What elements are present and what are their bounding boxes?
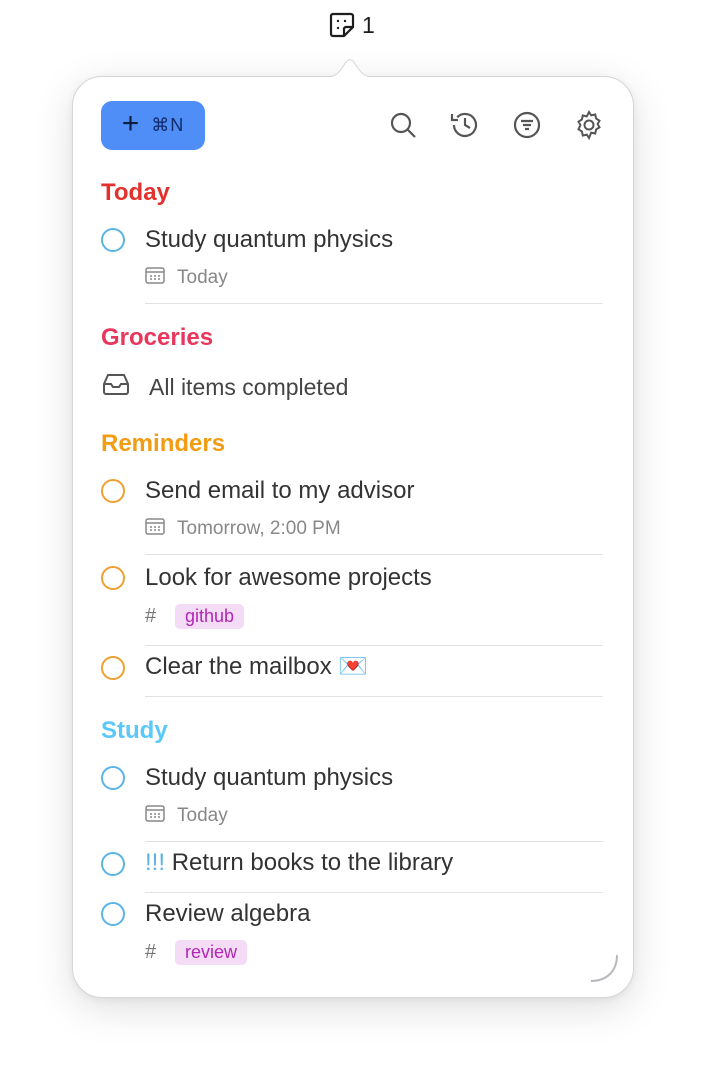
- calendar-icon: [145, 804, 165, 828]
- item-date: Today: [177, 805, 228, 826]
- menubar-count: 1: [362, 11, 375, 38]
- item-title: Return books to the library: [171, 849, 454, 876]
- list-item[interactable]: Look for awesome projects # github: [101, 563, 603, 631]
- empty-state: All items completed: [101, 362, 603, 412]
- resize-handle[interactable]: [589, 953, 619, 983]
- calendar-icon: [145, 517, 165, 541]
- checkbox[interactable]: [101, 228, 125, 252]
- section-title-reminders: Reminders: [101, 430, 226, 457]
- tag-badge[interactable]: review: [175, 939, 248, 965]
- divider: [145, 841, 603, 842]
- divider: [145, 303, 603, 304]
- empty-text: All items completed: [149, 373, 349, 400]
- popover-arrow: [320, 59, 380, 79]
- checkbox[interactable]: [101, 852, 125, 876]
- divider: [145, 645, 603, 646]
- list-item[interactable]: Review algebra # review: [101, 899, 603, 967]
- divider: [145, 696, 603, 697]
- gear-icon[interactable]: [573, 109, 605, 141]
- checkbox[interactable]: [101, 656, 125, 680]
- item-title: Study quantum physics: [145, 764, 394, 791]
- search-icon[interactable]: [387, 109, 419, 141]
- checkbox[interactable]: [101, 479, 125, 503]
- item-title: Look for awesome projects: [145, 564, 432, 591]
- item-title: Clear the mailbox 💌: [145, 653, 369, 680]
- item-title: Study quantum physics: [145, 226, 394, 253]
- item-date: Tomorrow, 2:00 PM: [177, 518, 341, 539]
- list-item[interactable]: Clear the mailbox 💌: [101, 652, 603, 688]
- filter-icon[interactable]: [511, 109, 543, 141]
- checkbox[interactable]: [101, 902, 125, 926]
- todo-list: Today Study quantum physics Today Grocer…: [101, 173, 603, 967]
- list-item[interactable]: Send email to my advisor Tomorrow, 2:00 …: [101, 476, 603, 544]
- sticky-note-icon: [328, 11, 356, 39]
- new-todo-button[interactable]: + ⌘N: [101, 101, 205, 150]
- tag-hash-icon: #: [145, 940, 157, 963]
- menubar-status-item[interactable]: 1: [328, 11, 375, 39]
- priority-marker: !!!: [145, 849, 166, 876]
- plus-icon: +: [121, 107, 140, 140]
- section-title-groceries: Groceries: [101, 324, 214, 351]
- inbox-icon: [101, 373, 131, 401]
- popover-panel: + ⌘N Today Study quantum physics Today G…: [72, 76, 634, 998]
- list-item[interactable]: !!! Return books to the library: [101, 848, 603, 884]
- item-title: Review algebra: [145, 900, 311, 927]
- checkbox[interactable]: [101, 766, 125, 790]
- divider: [145, 892, 603, 893]
- item-title: Send email to my advisor: [145, 477, 415, 504]
- tag-badge[interactable]: github: [175, 603, 245, 629]
- calendar-icon: [145, 266, 165, 290]
- tag-hash-icon: #: [145, 604, 157, 627]
- item-date: Today: [177, 267, 228, 288]
- section-title-study: Study: [101, 717, 168, 744]
- section-title-today: Today: [101, 179, 170, 206]
- history-icon[interactable]: [449, 109, 481, 141]
- checkbox[interactable]: [101, 566, 125, 590]
- divider: [145, 554, 603, 555]
- toolbar: + ⌘N: [101, 101, 605, 151]
- shortcut-label: ⌘N: [151, 115, 185, 135]
- list-item[interactable]: Study quantum physics Today: [101, 225, 603, 293]
- list-item[interactable]: Study quantum physics Today: [101, 763, 603, 831]
